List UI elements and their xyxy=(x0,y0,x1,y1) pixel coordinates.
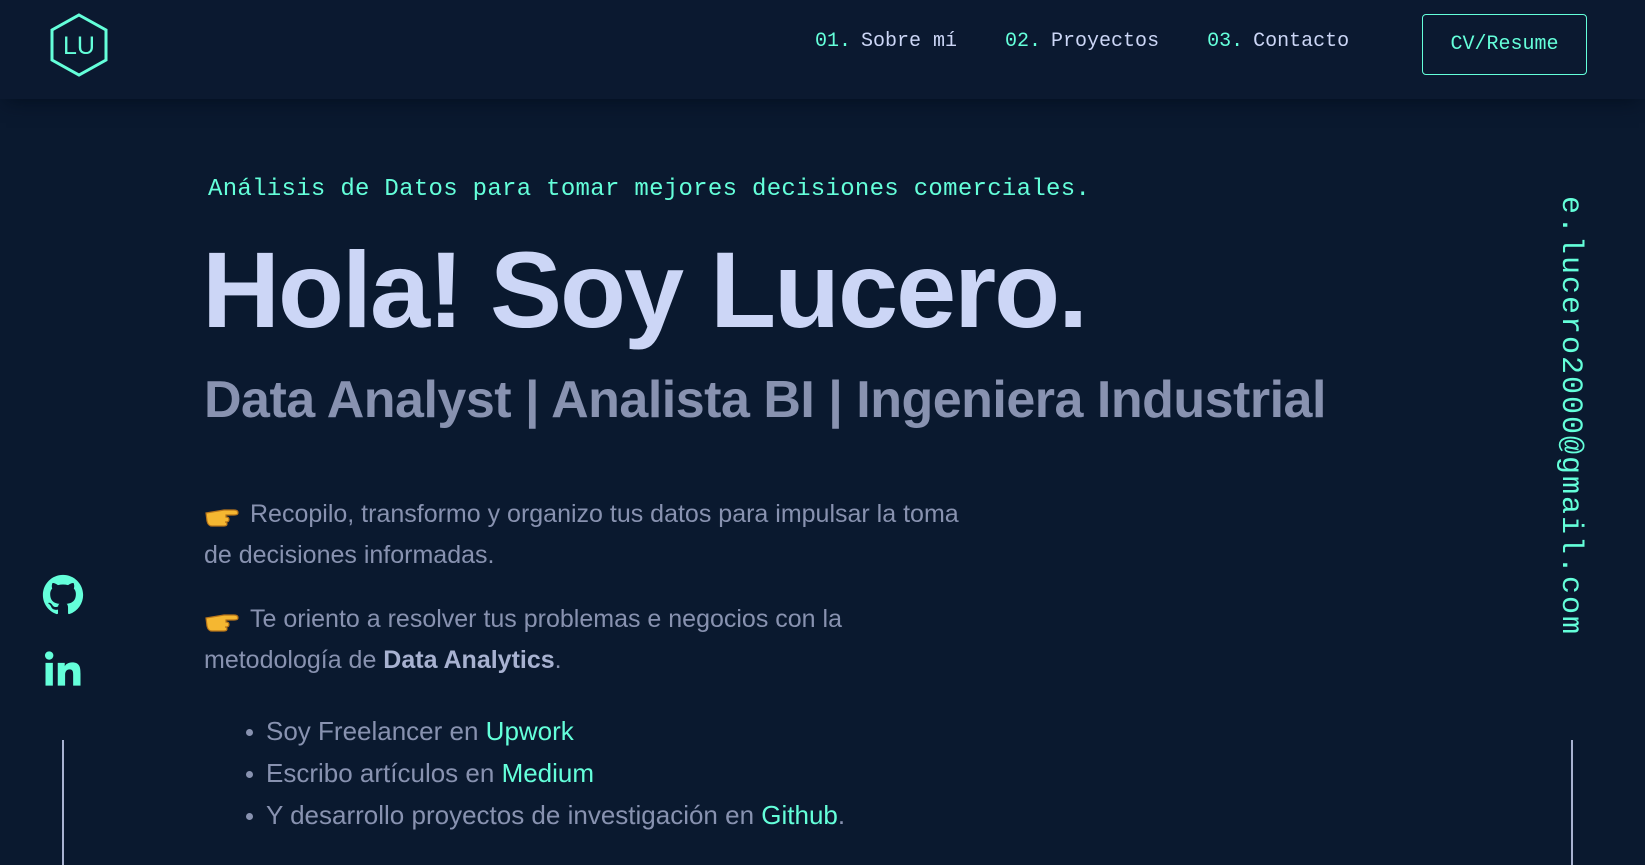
hero-title: Hola! Soy Lucero. xyxy=(202,229,1088,350)
list-item: Soy Freelancer en Upwork xyxy=(245,710,845,752)
resume-button[interactable]: CV/Resume xyxy=(1422,14,1587,75)
github-link[interactable]: Github xyxy=(761,800,838,830)
nav-item-sobre-mi[interactable]: 01. Sobre mí xyxy=(815,30,957,53)
pointing-hand-icon xyxy=(205,509,239,527)
hero-subtitle: Data Analyst | Analista BI | Ingeniera I… xyxy=(204,371,1326,429)
left-vertical-divider xyxy=(62,740,64,865)
intro-paragraph-2: Te oriento a resolver tus problemas e ne… xyxy=(204,599,964,681)
list-item: Y desarrollo proyectos de investigación … xyxy=(245,794,846,836)
intro-paragraph-1: Recopilo, transformo y organizo tus dato… xyxy=(204,494,964,576)
site-header: LU 01. Sobre mí 02. Proyectos 03. Contac… xyxy=(0,0,1645,99)
hexagon-logo-icon: LU xyxy=(50,13,108,77)
profile-links-list: Soy Freelancer en Upwork Escribo artícul… xyxy=(245,710,846,836)
list-item: Escribo artículos en Medium xyxy=(245,752,845,794)
nav-number: 02. xyxy=(1005,30,1042,53)
list-item-suffix: . xyxy=(837,800,846,830)
nav-number: 01. xyxy=(815,30,852,53)
github-social-link[interactable] xyxy=(40,572,86,618)
highlight-data-analytics: Data Analytics xyxy=(383,646,555,674)
list-item-text: Soy Freelancer en xyxy=(266,716,486,746)
nav-label: Sobre mí xyxy=(861,30,958,53)
linkedin-social-link[interactable] xyxy=(40,646,86,692)
nav-item-contacto[interactable]: 03. Contacto xyxy=(1207,30,1349,53)
right-vertical-divider xyxy=(1571,740,1573,865)
nav-item-proyectos[interactable]: 02. Proyectos xyxy=(1005,30,1159,53)
main-nav: 01. Sobre mí 02. Proyectos 03. Contacto xyxy=(815,30,1397,53)
hero-tagline: Análisis de Datos para tomar mejores dec… xyxy=(208,176,1091,203)
nav-number: 03. xyxy=(1207,30,1244,53)
list-item-text: Escribo artículos en xyxy=(266,758,502,788)
medium-link[interactable]: Medium xyxy=(502,758,594,788)
linkedin-icon xyxy=(44,651,81,686)
list-item-text: Y desarrollo proyectos de investigación … xyxy=(266,800,762,830)
logo[interactable]: LU xyxy=(48,12,110,78)
github-icon xyxy=(42,574,84,615)
nav-label: Contacto xyxy=(1253,30,1350,53)
upwork-link[interactable]: Upwork xyxy=(486,716,574,746)
nav-label: Proyectos xyxy=(1051,30,1160,53)
logo-text: LU xyxy=(63,32,95,60)
intro-paragraph-2-suffix: . xyxy=(554,646,562,674)
email-link[interactable]: e.lucero2000@gmail.com xyxy=(1553,196,1587,636)
intro-paragraph-1-text: Recopilo, transformo y organizo tus dato… xyxy=(204,500,959,569)
pointing-hand-icon xyxy=(205,614,239,632)
